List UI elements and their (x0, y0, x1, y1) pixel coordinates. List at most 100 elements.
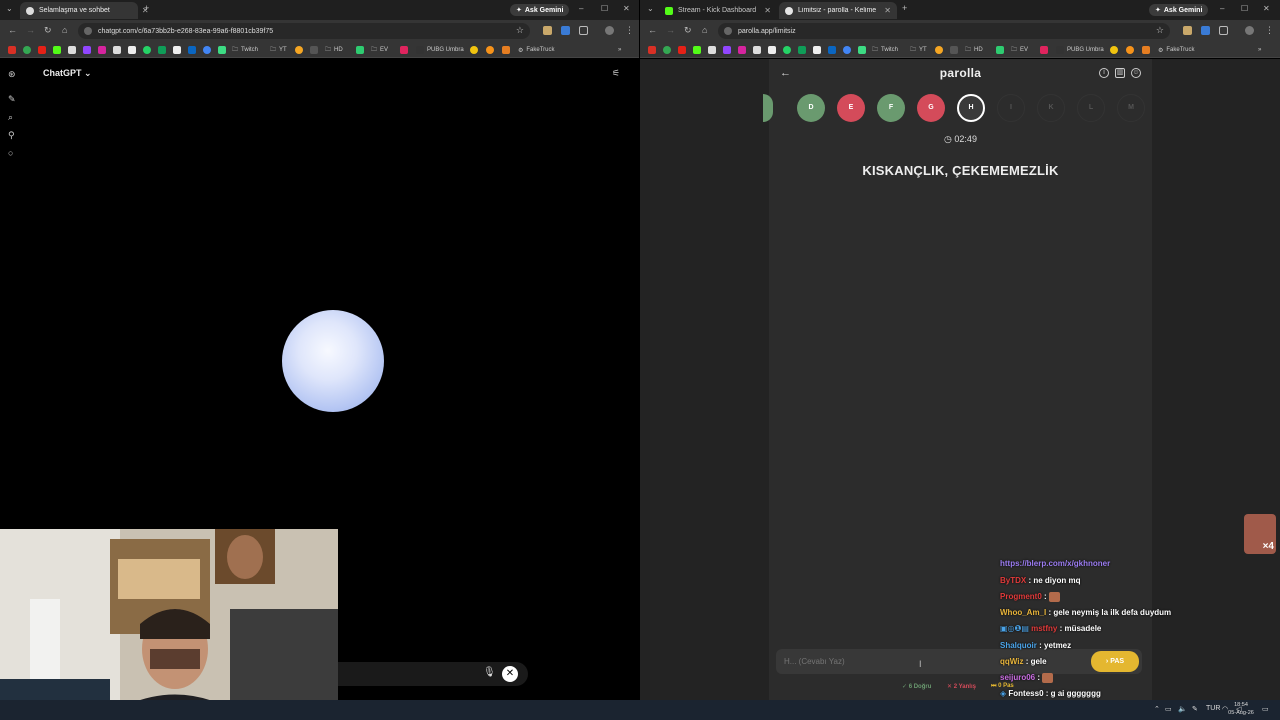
tray-chevron-up-icon[interactable]: ⌃ (1154, 705, 1160, 713)
bookmark-sheets[interactable] (798, 45, 806, 55)
reload-icon[interactable]: ↻ (684, 25, 692, 36)
model-selector[interactable]: ChatGPT ⌄ (43, 68, 92, 79)
bookmark-hd[interactable] (310, 45, 318, 55)
bookmark-red[interactable] (1040, 45, 1048, 55)
bookmark-star-icon[interactable]: ☆ (1156, 25, 1164, 36)
language-indicator[interactable]: TUR (1206, 705, 1220, 712)
bookmark-tumblr[interactable] (753, 45, 761, 55)
bookmark-tumblr[interactable] (113, 45, 121, 55)
bookmark-folder-twitch[interactable]: 🗀 Twitch (232, 45, 258, 55)
maximize-icon[interactable]: ☐ (1241, 4, 1248, 13)
bookmark-folder-yt[interactable]: 🗀 YT (270, 45, 287, 55)
answer-input[interactable] (776, 649, 1142, 674)
bookmark-light[interactable] (470, 45, 478, 55)
bookmark-gmail[interactable] (648, 45, 656, 55)
bookmark-hd[interactable] (950, 45, 958, 55)
close-tab-icon[interactable]: ✕ (884, 6, 891, 15)
extension-icon[interactable] (1201, 26, 1210, 35)
bookmark-orange[interactable] (295, 45, 303, 55)
bookmark-whatsapp[interactable] (783, 45, 791, 55)
bookmark-twitch-icon[interactable] (83, 45, 91, 55)
bookmark-whatsapp[interactable] (143, 45, 151, 55)
bookmark-folder-yt[interactable]: 🗀 YT (910, 45, 927, 55)
minimize-icon[interactable]: – (1220, 4, 1224, 13)
address-bar[interactable]: parolla.app/limitsiz ☆ (718, 23, 1170, 39)
bookmark-chatgpt[interactable] (708, 45, 716, 55)
tab-kick-dashboard[interactable]: Stream - Kick Dashboard ✕ (659, 2, 777, 19)
bookmark-folder-ev[interactable]: 🗀 EV (371, 45, 388, 55)
extensions-puzzle-icon[interactable] (1219, 26, 1228, 35)
pass-button[interactable]: › PAS (1091, 651, 1139, 672)
search-icon[interactable]: ⌕ (8, 112, 13, 123)
forward-icon[interactable]: → (26, 25, 35, 35)
bookmark-maps[interactable] (23, 45, 31, 55)
bookmark-faketruck[interactable]: ⚙ FakeTruck (1158, 45, 1195, 55)
tab-parolla[interactable]: Limitsiz - parolla - Kelime o ✕ (779, 2, 897, 19)
stats-icon[interactable]: ▥ (1115, 68, 1125, 78)
bookmark-pubg[interactable]: PUBG Umbra (1056, 45, 1104, 55)
reload-icon[interactable]: ↻ (44, 25, 52, 36)
extension-icon[interactable] (543, 26, 552, 35)
menu-icon[interactable]: ⋮ (1265, 25, 1274, 36)
bookmark-youtube[interactable] (38, 45, 46, 55)
bookmark-android[interactable] (218, 45, 226, 55)
menu-icon[interactable]: ⋮ (625, 25, 634, 36)
bookmark-x[interactable] (128, 45, 136, 55)
bookmark-green[interactable] (356, 45, 364, 55)
tab-search-icon[interactable]: ⌄ (647, 4, 654, 13)
notification-icon[interactable]: ▭ (1262, 705, 1269, 713)
bookmark-instagram[interactable] (98, 45, 106, 55)
extensions-puzzle-icon[interactable] (579, 26, 588, 35)
back-icon[interactable]: ← (648, 25, 657, 35)
bookmark-light[interactable] (1110, 45, 1118, 55)
home-icon[interactable]: ⌂ (62, 25, 67, 35)
ask-gemini-button[interactable]: ✦ Ask Gemini (1149, 4, 1209, 16)
bookmark-linkedin[interactable] (188, 45, 196, 55)
bookmark-green[interactable] (996, 45, 1004, 55)
new-chat-icon[interactable]: ✎ (8, 94, 16, 105)
bookmark-maps[interactable] (663, 45, 671, 55)
settings-sliders-icon[interactable]: ⚟ (612, 68, 620, 79)
site-info-icon[interactable] (84, 27, 92, 35)
forward-icon[interactable]: → (666, 25, 675, 35)
bookmark-kick[interactable] (693, 45, 701, 55)
bookmark-folder-twitch[interactable]: 🗀 Twitch (872, 45, 898, 55)
chat-bubble-icon[interactable]: ○ (8, 148, 13, 158)
network-icon[interactable]: ▭ (1165, 705, 1172, 713)
microphone-icon[interactable]: 🎙 (483, 667, 496, 678)
bookmark-bitcoin[interactable] (1126, 45, 1134, 55)
bookmark-faketruck[interactable]: ⚙ FakeTruck (518, 45, 555, 55)
bookmark-pubg[interactable]: PUBG Umbra (416, 45, 464, 55)
bookmark-s[interactable] (502, 45, 510, 55)
bookmark-news[interactable] (173, 45, 181, 55)
maximize-icon[interactable]: ☐ (601, 4, 608, 13)
tab-chatgpt[interactable]: Selamlaşma ve sohbet ✕ (20, 2, 149, 19)
site-info-icon[interactable] (724, 27, 732, 35)
bookmark-folder-ev[interactable]: 🗀 EV (1011, 45, 1028, 55)
bookmark-globe[interactable] (203, 45, 211, 55)
home-icon[interactable]: ⌂ (702, 25, 707, 35)
profile-icon[interactable]: ☺ (1131, 68, 1141, 78)
profile-avatar-icon[interactable] (1245, 26, 1254, 35)
back-icon[interactable]: ← (8, 25, 17, 35)
bookmark-x[interactable] (768, 45, 776, 55)
profile-avatar-icon[interactable] (605, 26, 614, 35)
bookmark-linkedin[interactable] (828, 45, 836, 55)
bookmark-s[interactable] (1142, 45, 1150, 55)
bookmark-chatgpt[interactable] (68, 45, 76, 55)
close-voice-button[interactable]: ✕ (502, 666, 518, 682)
minimize-icon[interactable]: – (579, 4, 583, 13)
bookmark-orange[interactable] (935, 45, 943, 55)
bookmark-bitcoin[interactable] (486, 45, 494, 55)
close-tab-icon[interactable]: ✕ (764, 6, 771, 15)
bookmark-globe[interactable] (843, 45, 851, 55)
extension-icon[interactable] (1183, 26, 1192, 35)
info-icon[interactable]: i (1099, 68, 1109, 78)
bookmarks-overflow-icon[interactable]: » (618, 45, 621, 55)
bookmark-kick[interactable] (53, 45, 61, 55)
bookmark-folder-hd[interactable]: 🗀 HD (325, 45, 343, 55)
close-window-icon[interactable]: ✕ (1263, 4, 1270, 13)
clock[interactable]: 18:54 05-Aug-26 (1228, 701, 1254, 717)
bookmarks-overflow-icon[interactable]: » (1258, 45, 1261, 55)
address-bar[interactable]: chatgpt.com/c/6a73bb2b-e268-83ea-99a6-f8… (78, 23, 530, 39)
